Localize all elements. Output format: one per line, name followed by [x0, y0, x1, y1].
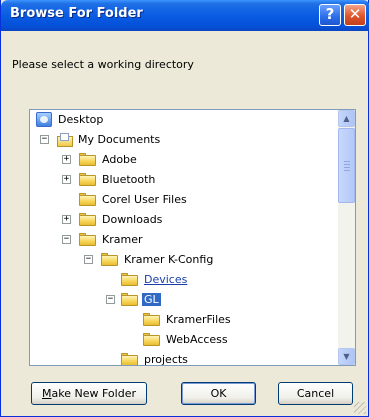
collapse-toggle[interactable]: −	[84, 255, 93, 264]
folder-icon	[79, 233, 96, 246]
folder-icon	[79, 153, 96, 166]
tree-item-label: projects	[144, 353, 188, 366]
expand-toggle[interactable]: +	[62, 175, 71, 184]
folder-icon	[121, 273, 138, 286]
tree-item-label: Adobe	[102, 153, 137, 166]
folder-icon	[121, 353, 138, 365]
title-bar[interactable]: Browse For Folder ? ✕	[1, 0, 369, 31]
collapse-toggle[interactable]: −	[40, 135, 49, 144]
make-new-folder-button[interactable]: Make New Folder	[31, 382, 147, 405]
tree-item-label: Kramer	[102, 233, 143, 246]
tree-item-label: Devices	[144, 273, 188, 286]
scroll-thumb[interactable]	[338, 128, 355, 203]
desktop-icon	[36, 112, 52, 127]
tree-item-label: Corel User Files	[102, 193, 187, 206]
my-documents-icon	[57, 133, 73, 147]
tree-item-label: Kramer K-Config	[124, 253, 214, 266]
folder-icon	[79, 173, 96, 186]
tree-item-label: Downloads	[102, 213, 163, 226]
folder-icon	[143, 333, 160, 346]
tree-item-label: GL	[142, 293, 161, 306]
scroll-down-button[interactable]: ▼	[338, 348, 355, 365]
make-new-folder-mnemonic: M	[42, 387, 52, 400]
tree-item-label: My Documents	[78, 133, 161, 146]
tree-item-label: Desktop	[58, 113, 104, 126]
collapse-toggle[interactable]: −	[62, 235, 71, 244]
scroll-up-button[interactable]: ▲	[338, 110, 355, 127]
folder-icon	[79, 213, 96, 226]
dialog-title: Browse For Folder	[10, 6, 143, 21]
close-button[interactable]: ✕	[344, 4, 366, 26]
folder-icon	[101, 253, 118, 266]
expand-toggle[interactable]: +	[62, 155, 71, 164]
collapse-toggle[interactable]: −	[106, 295, 115, 304]
folder-icon	[79, 193, 96, 206]
tree-item-label: Bluetooth	[102, 173, 156, 186]
folder-tree[interactable]: Desktop − My Documents + Adobe + Bluetoo…	[29, 109, 356, 366]
vertical-scrollbar[interactable]: ▲ ▼	[338, 110, 355, 365]
folder-icon	[143, 313, 160, 326]
expand-toggle[interactable]: +	[62, 215, 71, 224]
make-new-folder-label: ake New Folder	[51, 387, 136, 400]
folder-icon	[121, 293, 138, 306]
help-button[interactable]: ?	[319, 4, 341, 26]
prompt-text: Please select a working directory	[12, 58, 194, 71]
tree-item-label: WebAccess	[166, 333, 228, 346]
tree-item-label: KramerFiles	[166, 313, 231, 326]
resize-grip[interactable]	[354, 402, 366, 414]
ok-button[interactable]: OK	[181, 382, 256, 405]
cancel-button[interactable]: Cancel	[278, 382, 353, 405]
browse-for-folder-dialog: Browse For Folder ? ✕ Please select a wo…	[0, 0, 369, 417]
